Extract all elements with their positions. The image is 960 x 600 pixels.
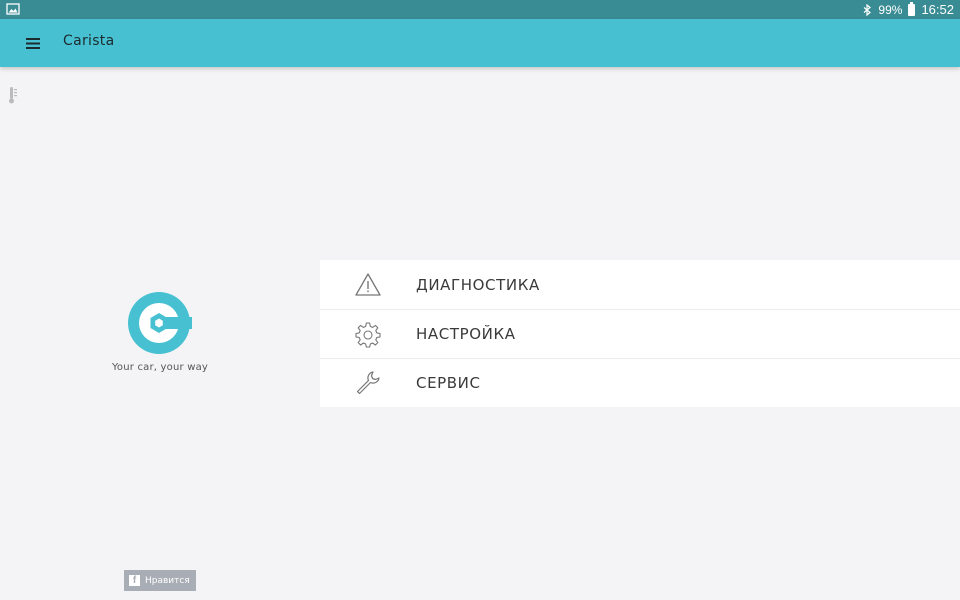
status-bar: 99% 16:52	[0, 0, 960, 19]
facebook-like-button[interactable]: f Нравится	[124, 570, 196, 591]
thermometer-icon	[9, 87, 17, 104]
menu-item-label: НАСТРОЙКА	[416, 325, 516, 343]
menu-item-label: ДИАГНОСТИКА	[416, 275, 540, 294]
clock: 16:52	[921, 2, 954, 17]
gear-icon	[355, 322, 381, 348]
menu-item-label: СЕРВИС	[416, 374, 481, 392]
app-title: Carista	[63, 33, 115, 49]
facebook-like-label: Нравится	[145, 575, 190, 586]
tagline: Your car, your way	[111, 362, 209, 373]
battery-icon	[908, 1, 916, 16]
hamburger-menu-icon[interactable]	[22, 32, 44, 54]
warning-triangle-icon	[355, 272, 381, 296]
image-icon	[6, 3, 20, 15]
menu-item-diagnostics[interactable]: ДИАГНОСТИКА	[320, 260, 960, 309]
bluetooth-icon	[864, 3, 872, 16]
menu-item-settings[interactable]: НАСТРОЙКА	[320, 309, 960, 358]
main-menu: ДИАГНОСТИКА НАСТРОЙКА СЕРВИС	[320, 260, 960, 407]
battery-percent: 99%	[878, 2, 903, 17]
facebook-icon: f	[129, 575, 140, 586]
wrench-icon	[356, 371, 380, 395]
carista-logo	[128, 292, 192, 354]
app-bar: Carista	[0, 19, 960, 67]
menu-item-service[interactable]: СЕРВИС	[320, 358, 960, 407]
